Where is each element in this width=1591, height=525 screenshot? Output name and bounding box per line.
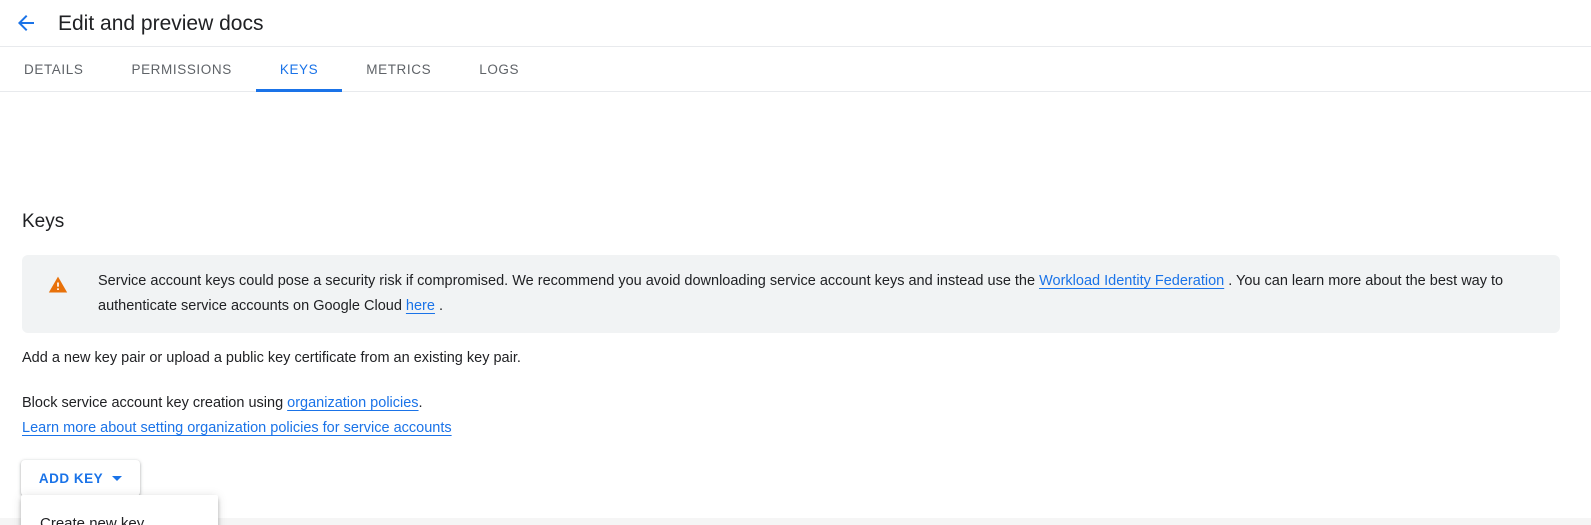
keys-table: Type Status Key creation date Key expira…	[0, 518, 1591, 525]
back-arrow-icon[interactable]	[14, 11, 38, 35]
warning-text-part3: .	[434, 298, 444, 314]
section-heading: Keys	[22, 211, 65, 232]
add-key-dropdown-menu: Create new key Upload existing key	[21, 495, 218, 525]
tab-logs[interactable]: LOGS	[455, 47, 543, 91]
warning-text-part1: Service account keys could pose a securi…	[98, 273, 1040, 289]
tab-keys-label: KEYS	[279, 61, 319, 77]
tab-logs-label: LOGS	[479, 61, 520, 77]
tab-details[interactable]: DETAILS	[0, 47, 107, 91]
workload-identity-federation-link[interactable]: Workload Identity Federation	[1039, 273, 1224, 289]
tab-permissions[interactable]: PERMISSIONS	[107, 47, 255, 91]
menu-item-create-new-key-label: Create new key	[40, 514, 145, 525]
learn-more-org-policies-link[interactable]: Learn more about setting organization po…	[22, 420, 452, 436]
page-header: Edit and preview docs	[0, 0, 1591, 46]
tab-keys[interactable]: KEYS	[255, 47, 343, 92]
page-title: Edit and preview docs	[58, 11, 264, 35]
tab-metrics[interactable]: METRICS	[342, 47, 455, 91]
tab-details-label: DETAILS	[24, 61, 84, 77]
menu-item-create-new-key[interactable]: Create new key	[21, 503, 218, 525]
security-warning-text: Service account keys could pose a securi…	[98, 269, 1518, 319]
add-key-button-label: ADD KEY	[38, 470, 104, 486]
block-text-prefix: Block service account key creation using	[22, 395, 288, 411]
organization-policies-link[interactable]: organization policies	[287, 395, 418, 411]
security-warning-banner: Service account keys could pose a securi…	[22, 255, 1560, 333]
tab-bar: DETAILS PERMISSIONS KEYS METRICS LOGS	[0, 46, 1591, 92]
here-link[interactable]: here	[406, 298, 435, 314]
block-text-suffix: .	[418, 395, 423, 411]
add-key-button[interactable]: ADD KEY	[21, 460, 140, 496]
tab-metrics-label: METRICS	[366, 61, 432, 77]
add-key-pair-description: Add a new key pair or upload a public ke…	[22, 350, 521, 366]
table-header-row: Type Status Key creation date Key expira…	[0, 518, 1591, 525]
warning-triangle-icon	[48, 275, 68, 295]
learn-more-org-policies-line: Learn more about setting organization po…	[22, 421, 452, 436]
block-key-creation-text: Block service account key creation using…	[22, 396, 423, 411]
tab-permissions-label: PERMISSIONS	[131, 61, 232, 77]
chevron-down-icon	[112, 475, 123, 481]
